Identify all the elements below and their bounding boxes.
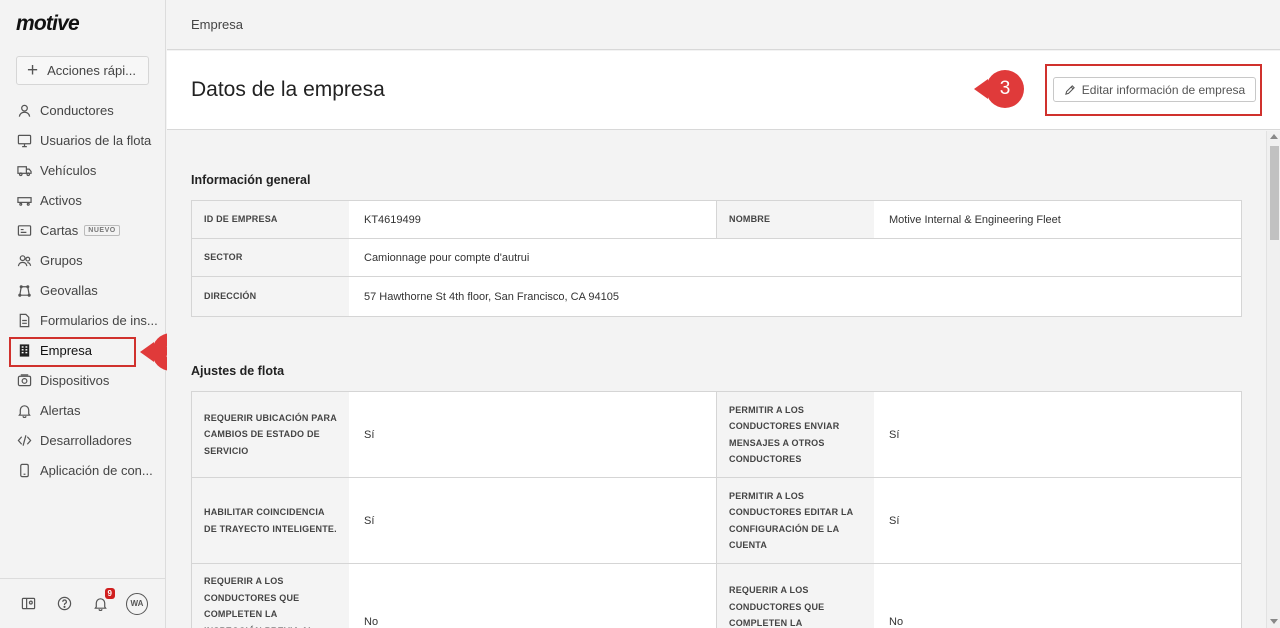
sidebar-item-aplicacion[interactable]: Aplicación de con...	[0, 455, 166, 485]
address-label: DIRECCIÓN	[192, 277, 349, 316]
avatar[interactable]: WA	[126, 592, 148, 615]
table-row: HABILITAR COINCIDENCIA DE TRAYECTO INTEL…	[192, 478, 1241, 564]
help-icon[interactable]	[54, 594, 74, 614]
table-row: DIRECCIÓN 57 Hawthorne St 4th floor, San…	[192, 277, 1241, 316]
bell-icon	[17, 403, 32, 418]
sector-value: Camionnage pour compte d'autrui	[364, 251, 530, 264]
quick-actions-button[interactable]: + Acciones rápi...	[16, 56, 149, 85]
setting-value: No	[349, 564, 717, 628]
sidebar: motive + Acciones rápi... Conductores Us…	[0, 0, 166, 628]
setting-label: REQUERIR UBICACIÓN PARA CAMBIOS DE ESTAD…	[192, 392, 349, 477]
sidebar-item-activos[interactable]: Activos	[0, 185, 166, 215]
table-row: SECTOR Camionnage pour compte d'autrui	[192, 239, 1241, 277]
table-row: REQUERIR A LOS CONDUCTORES QUE COMPLETEN…	[192, 564, 1241, 628]
scroll-up-arrow-icon[interactable]	[1270, 134, 1278, 139]
page-header: Datos de la empresa Editar información d…	[167, 51, 1280, 130]
edit-button-label: Editar información de empresa	[1081, 82, 1246, 97]
sidebar-item-cartas[interactable]: Cartas NUEVO	[0, 215, 166, 245]
trailer-icon	[17, 193, 32, 208]
sidebar-item-dispositivos[interactable]: Dispositivos	[0, 365, 166, 395]
breadcrumb: Empresa	[167, 0, 1280, 50]
setting-label: HABILITAR COINCIDENCIA DE TRAYECTO INTEL…	[192, 478, 349, 563]
notifications-bell-icon[interactable]: 9	[90, 587, 115, 614]
fleet-settings-title: Ajustes de flota	[191, 364, 285, 378]
code-icon	[17, 433, 32, 448]
setting-value: No	[889, 616, 904, 628]
setting-label: REQUERIR A LOS CONDUCTORES QUE COMPLETEN…	[192, 564, 349, 628]
group-icon	[17, 253, 32, 268]
motive-logo[interactable]: motive	[16, 12, 80, 36]
name-value: Motive Internal & Engineering Fleet	[889, 213, 1061, 226]
address-value: 57 Hawthorne St 4th floor, San Francisco…	[364, 290, 619, 303]
map-icon[interactable]	[18, 594, 38, 614]
person-icon	[17, 103, 32, 118]
geofence-icon	[17, 283, 32, 298]
notification-count-badge: 9	[104, 587, 115, 599]
sidebar-item-conductores[interactable]: Conductores	[0, 95, 166, 125]
table-row: ID DE EMPRESA KT4619499 NOMBRE Motive In…	[192, 201, 1241, 239]
setting-label: PERMITIR A LOS CONDUCTORES ENVIAR MENSAJ…	[717, 392, 874, 477]
phone-icon	[17, 463, 32, 478]
general-info-title: Información general	[191, 173, 311, 187]
sidebar-item-geovallas[interactable]: Geovallas	[0, 275, 166, 305]
table-row: REQUERIR UBICACIÓN PARA CAMBIOS DE ESTAD…	[192, 392, 1241, 478]
sector-label: SECTOR	[192, 239, 349, 276]
sidebar-item-vehiculos[interactable]: Vehículos	[0, 155, 166, 185]
quick-actions-label: Acciones rápi...	[47, 63, 136, 78]
vertical-scrollbar[interactable]	[1266, 131, 1280, 628]
sidebar-nav: Conductores Usuarios de la flota Vehícul…	[0, 95, 166, 485]
name-label: NOMBRE	[717, 201, 874, 238]
sidebar-item-grupos[interactable]: Grupos	[0, 245, 166, 275]
sidebar-item-formularios[interactable]: Formularios de ins...	[0, 305, 166, 335]
edit-company-info-button[interactable]: Editar información de empresa	[1053, 77, 1256, 102]
scroll-down-arrow-icon[interactable]	[1270, 619, 1278, 624]
sidebar-item-alertas[interactable]: Alertas	[0, 395, 166, 425]
setting-label: REQUERIR A LOS CONDUCTORES QUE COMPLETEN…	[717, 564, 874, 628]
plus-icon: +	[27, 60, 39, 81]
company-id-value: KT4619499	[349, 201, 717, 238]
id-card-icon	[17, 223, 32, 238]
monitor-icon	[17, 133, 32, 148]
setting-value: Sí	[349, 392, 717, 477]
main-content: Información general ID DE EMPRESA KT4619…	[167, 131, 1266, 628]
company-id-label: ID DE EMPRESA	[192, 201, 349, 238]
sidebar-item-desarrolladores[interactable]: Desarrolladores	[0, 425, 166, 455]
setting-value: Sí	[889, 428, 900, 441]
scrollbar-thumb[interactable]	[1270, 146, 1279, 240]
page-title: Datos de la empresa	[191, 78, 385, 101]
devices-icon	[17, 373, 32, 388]
sidebar-item-usuarios[interactable]: Usuarios de la flota	[0, 125, 166, 155]
setting-label: PERMITIR A LOS CONDUCTORES EDITAR LA CON…	[717, 478, 874, 563]
highlight-empresa	[9, 337, 136, 367]
setting-value: Sí	[349, 478, 717, 563]
general-info-table: ID DE EMPRESA KT4619499 NOMBRE Motive In…	[191, 200, 1242, 317]
pencil-icon	[1064, 84, 1076, 96]
document-icon	[17, 313, 32, 328]
step-callout-3: 3	[974, 70, 1024, 108]
truck-icon	[17, 163, 32, 178]
new-badge: NUEVO	[84, 224, 120, 236]
sidebar-footer: 9 WA	[0, 578, 166, 628]
setting-value: Sí	[889, 514, 900, 527]
fleet-settings-table: REQUERIR UBICACIÓN PARA CAMBIOS DE ESTAD…	[191, 391, 1242, 628]
